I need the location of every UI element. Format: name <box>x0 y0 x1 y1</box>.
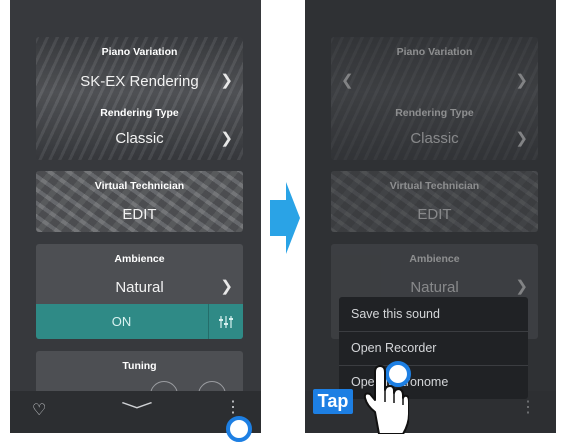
chevron-down-icon[interactable]: ﹀ <box>121 397 153 423</box>
piano-variation-panel[interactable]: Piano Variation SK-EX Rendering ❯ Render… <box>36 37 243 160</box>
ambience-title: Ambience <box>114 253 165 265</box>
piano-variation-value: SK-EX Rendering <box>80 73 199 90</box>
ambience-toggle[interactable]: ON <box>36 304 243 339</box>
chevron-right-icon[interactable]: ❯ <box>515 277 528 295</box>
ambience-panel[interactable]: Ambience Natural ❯ ON <box>36 244 243 339</box>
rendering-type-title: Rendering Type <box>100 107 179 119</box>
rendering-type-title: Rendering Type <box>395 107 474 119</box>
tuning-title: Tuning <box>122 360 157 372</box>
equalizer-icon[interactable] <box>208 304 243 339</box>
hand-pointer-icon <box>363 365 409 434</box>
chevron-right-icon[interactable]: ❯ <box>220 129 233 147</box>
virtual-technician-edit: EDIT <box>122 206 157 223</box>
virtual-technician-title: Virtual Technician <box>389 180 480 192</box>
virtual-technician-edit: EDIT <box>417 206 452 223</box>
piano-variation-title: Piano Variation <box>101 46 178 58</box>
chevron-right-icon[interactable]: ❯ <box>515 129 528 147</box>
chevron-right-icon[interactable]: ❯ <box>220 277 233 295</box>
chevron-right-icon[interactable]: ❯ <box>220 71 233 89</box>
bottom-bar: ♡ ﹀ ⋮ <box>10 391 261 433</box>
virtual-technician-panel[interactable]: Virtual Technician EDIT <box>36 171 243 232</box>
more-vertical-icon[interactable]: ⋮ <box>225 397 241 417</box>
menu-item-save-sound[interactable]: Save this sound <box>351 298 520 331</box>
chevron-right-icon[interactable]: ❯ <box>515 71 528 89</box>
virtual-technician-panel[interactable]: Virtual Technician EDIT <box>331 171 538 232</box>
ambience-value: Natural <box>115 279 164 296</box>
heart-icon[interactable]: ♡ <box>32 400 46 420</box>
menu-item-open-recorder[interactable]: Open Recorder <box>351 332 520 365</box>
rendering-type-value: Classic <box>115 130 164 147</box>
left-screen: Piano Variation SK-EX Rendering ❯ Render… <box>10 0 261 433</box>
chevron-left-icon[interactable]: ❮ <box>341 71 354 89</box>
rendering-type-value: Classic <box>410 130 459 147</box>
tap-label: Tap <box>313 389 353 414</box>
piano-variation-title: Piano Variation <box>396 46 473 58</box>
ambience-title: Ambience <box>409 253 460 265</box>
virtual-technician-title: Virtual Technician <box>94 180 185 192</box>
arrow-right-icon <box>270 182 300 254</box>
piano-variation-panel[interactable]: Piano Variation ❮ ❯ Rendering Type Class… <box>331 37 538 160</box>
tap-indicator <box>226 416 252 442</box>
more-vertical-icon[interactable]: ⋮ <box>520 397 536 417</box>
ambience-toggle-label: ON <box>111 314 132 329</box>
ambience-value: Natural <box>410 279 459 296</box>
